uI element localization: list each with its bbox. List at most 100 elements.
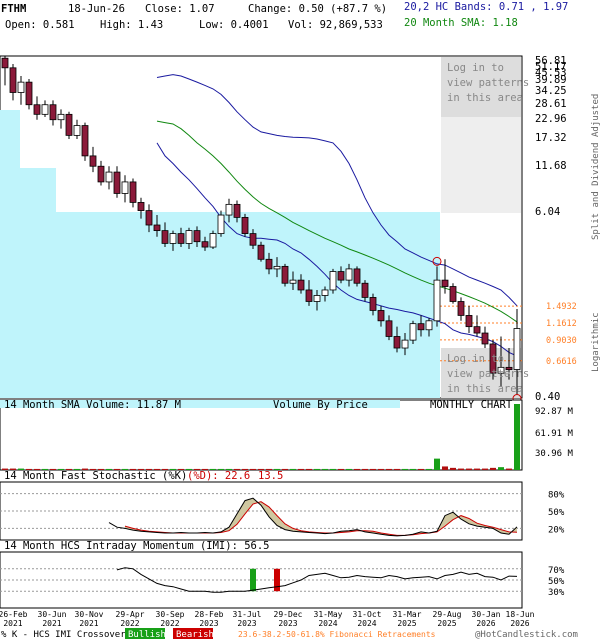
stochastic-panel: 80% 50% 20%: [0, 481, 565, 541]
candle-body: [297, 279, 305, 291]
x-axis: 26-Feb202130-Jun202130-Nov202129-Apr2022…: [0, 610, 535, 628]
volume-bar: [514, 404, 520, 470]
candle-body: [433, 279, 441, 322]
x-axis-label-date: 26-Feb: [0, 610, 28, 619]
x-axis-label-year: 2022: [120, 619, 139, 628]
candle-body: [201, 241, 209, 248]
x-axis-label-year: 2021: [79, 619, 98, 628]
candle: [81, 122, 89, 161]
candle-body: [105, 171, 113, 183]
x-axis-label-date: 29-Aug: [433, 610, 462, 619]
x-axis-label-year: 2026: [510, 619, 529, 628]
price-axis-label: 11.68: [535, 160, 567, 172]
fib-level-label: 1.4932: [546, 302, 577, 312]
volume-bar: [474, 468, 480, 470]
open-label: Open: 0.581: [5, 19, 75, 31]
candle-body: [137, 202, 145, 211]
fib-level-label: 0.9030: [546, 336, 577, 346]
volume-bar: [402, 468, 408, 470]
bearish-label: Bearish: [176, 630, 214, 640]
x-axis-label-year: 2025: [437, 619, 456, 628]
price-axis-label: 34.25: [535, 85, 567, 97]
candle-body: [129, 181, 137, 203]
x-axis-label-date: 30-Nov: [75, 610, 104, 619]
x-axis-label-year: 2025: [397, 619, 416, 628]
candle-body: [153, 224, 161, 232]
bullish-label: Bullish: [128, 630, 166, 640]
monthly-chart-title: MONTHLY CHART: [430, 399, 513, 411]
candle-body: [377, 310, 385, 322]
volume-axis-label: 61.91 M: [535, 429, 574, 439]
imi-crossover-marker: [274, 568, 280, 592]
fib-level-label: 1.1612: [546, 319, 577, 329]
volume-by-price-title: Volume By Price: [273, 399, 368, 411]
volume-bar: [250, 468, 256, 470]
price-axis-label: 28.61: [535, 98, 567, 110]
candle-body: [473, 326, 481, 334]
candle-body: [457, 301, 465, 316]
volume-bar: [298, 468, 304, 470]
low-label: Low: 0.4001: [199, 19, 269, 31]
candle-body: [345, 268, 353, 281]
candle-body: [337, 271, 345, 281]
price-axis-label: 22.96: [535, 113, 567, 125]
candle-body: [57, 113, 65, 121]
candle-body: [313, 295, 321, 302]
candle-body: [417, 323, 425, 331]
candle: [209, 230, 217, 249]
volume-bar: [506, 468, 512, 470]
x-axis-label-date: 31-May: [314, 610, 343, 619]
sma-label: 20 Month SMA: 1.18: [404, 17, 518, 29]
volume-panel-title: 14 Month SMA Volume: 11.87 M: [4, 399, 181, 411]
high-label: High: 1.43: [100, 19, 163, 31]
candle: [65, 111, 73, 140]
candle: [241, 213, 249, 237]
candle-body: [25, 81, 33, 106]
candle-body: [369, 297, 377, 311]
candle-body: [481, 332, 489, 345]
price-panel-background: [0, 55, 523, 399]
volume-bar: [362, 468, 368, 470]
login-overlay-bottom-line3: in this area: [447, 383, 523, 395]
candle: [281, 263, 289, 287]
imi-axis-label: 30%: [548, 588, 565, 598]
volume-label: Vol: 92,869,533: [288, 19, 383, 31]
login-overlay-top-line3: in this area: [447, 92, 523, 104]
x-axis-label-year: 2021: [42, 619, 61, 628]
volume-bar: [370, 468, 376, 470]
volume-axis-label: 30.96 M: [535, 449, 574, 459]
candle-body: [225, 203, 233, 216]
volume-bar: [338, 468, 344, 470]
candle-body: [249, 233, 257, 246]
date-label: 18-Jun-26: [68, 3, 125, 15]
candle-body: [305, 289, 313, 302]
imi-axis-label: 70%: [548, 566, 565, 576]
candle: [25, 79, 33, 110]
x-axis-label-date: 31-Jul: [233, 610, 262, 619]
stock-chart: FTHM 18-Jun-26 Close: 1.07 Change: 0.50 …: [0, 1, 600, 640]
candle-body: [321, 289, 329, 296]
candle: [409, 320, 417, 344]
candle-body: [1, 57, 9, 69]
candle-body: [353, 268, 361, 284]
candle-body: [65, 113, 73, 136]
volume-bar: [330, 468, 336, 470]
candle-body: [393, 336, 401, 349]
candle-body: [73, 125, 81, 136]
candle-body: [265, 258, 273, 270]
candle-body: [241, 217, 249, 234]
gray-zone-mid: [441, 117, 521, 213]
price-axis-label: 6.04: [535, 206, 560, 218]
volume-axis-label: 92.87 M: [535, 407, 574, 417]
candle-body: [465, 315, 473, 328]
volume-bar: [426, 468, 432, 470]
volume-bar: [418, 468, 424, 470]
copyright-label[interactable]: @HotCandlestick.com: [475, 630, 578, 640]
candle-body: [185, 230, 193, 244]
candle-body: [409, 323, 417, 341]
volume-bar: [410, 468, 416, 470]
imi-crossover-marker: [250, 568, 256, 592]
imi-panel: 70%50%30%: [0, 551, 565, 609]
login-overlay-bottom-line1: Log in to: [447, 353, 504, 365]
x-axis-label-year: 2023: [237, 619, 256, 628]
